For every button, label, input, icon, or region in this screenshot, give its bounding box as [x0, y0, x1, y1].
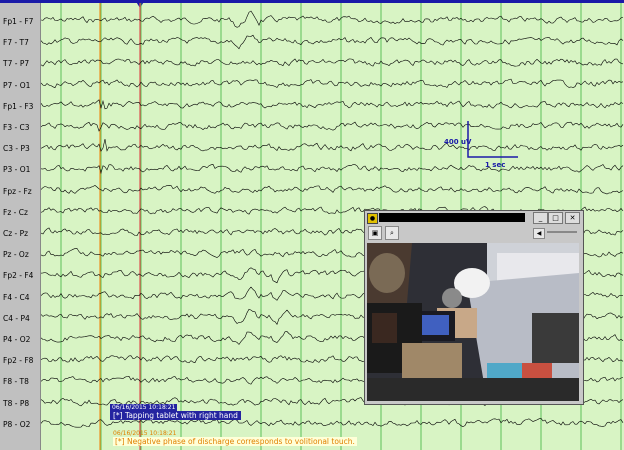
- video-window[interactable]: ● _ □ ✕ ▣ ⌕ ◀: [364, 210, 584, 405]
- channel-label: F8 - T8: [3, 377, 29, 387]
- eeg-trace: [41, 10, 624, 28]
- volume-slider[interactable]: [547, 231, 577, 233]
- channel-label: F3 - C3: [3, 123, 30, 132]
- window-title: [379, 213, 525, 222]
- camera-icon[interactable]: ▣: [368, 226, 382, 240]
- eeg-trace: [41, 184, 624, 195]
- channel-label: Cz - Pz: [3, 229, 29, 238]
- eeg-trace: [41, 58, 624, 67]
- video-window-titlebar[interactable]: ● _ □ ✕: [365, 211, 583, 224]
- channel-label: T7 - P7: [3, 59, 30, 69]
- channel-label-column: Fp1 - F7 F7 - T7 T7 - P7 P7 - O1 Fp1 - F3 F3 …: [0, 3, 41, 450]
- channel-label: P3 - O1: [3, 165, 31, 175]
- annotation-timestamp: 06/16/2015 10:18:21: [113, 430, 177, 437]
- minimize-button[interactable]: _: [533, 212, 548, 224]
- channel-label: Pz - Oz: [3, 250, 29, 260]
- annotation-negative-phase[interactable]: [*] Negative phase of discharge correspo…: [113, 437, 357, 446]
- annotation-timestamp: 06/16/2015 10:18:21: [110, 404, 178, 411]
- channel-label: T8 - P8: [3, 398, 30, 408]
- eeg-trace: [41, 164, 624, 175]
- window-app-icon: ●: [367, 213, 378, 224]
- video-frame: [367, 243, 579, 401]
- channel-label: P7 - O1: [3, 80, 31, 90]
- maximize-button[interactable]: □: [548, 212, 563, 224]
- calibration-time-label: 1 sec: [485, 161, 506, 169]
- eeg-trace: [41, 99, 624, 110]
- channel-label: C4 - P4: [3, 313, 30, 323]
- eeg-trace: [41, 139, 624, 152]
- close-button[interactable]: ✕: [565, 212, 580, 224]
- patient-video-image: [367, 243, 579, 401]
- channel-label: Fz - Cz: [3, 207, 28, 217]
- calibration-amplitude-label: 400 uV: [444, 138, 472, 146]
- annotation-tapping[interactable]: [*] Tapping tablet with right hand: [110, 411, 241, 420]
- channel-label: Fp1 - F3: [3, 101, 34, 111]
- channel-label: F7 - T7: [3, 38, 29, 48]
- channel-label: P8 - O2: [3, 419, 31, 429]
- channel-label: Fp2 - F8: [3, 356, 34, 366]
- channel-label: Fp2 - F4: [3, 271, 34, 281]
- eeg-trace: [41, 121, 624, 132]
- eeg-trace: [41, 78, 624, 89]
- channel-label: Fp1 - F7: [3, 17, 34, 26]
- channel-label: C3 - P3: [3, 144, 30, 154]
- channel-label: F4 - C4: [3, 292, 30, 302]
- video-toolbar: ▣ ⌕ ◀: [365, 225, 583, 240]
- eeg-trace: [41, 34, 624, 50]
- channel-label: P4 - O2: [3, 335, 31, 344]
- zoom-icon[interactable]: ⌕: [385, 226, 399, 240]
- channel-label: Fpz - Fz: [3, 186, 32, 196]
- eeg-viewer: Fp1 - F7 F7 - T7 T7 - P7 P7 - O1 Fp1 - F3 F3 …: [0, 0, 624, 450]
- speaker-icon[interactable]: ◀: [533, 228, 545, 239]
